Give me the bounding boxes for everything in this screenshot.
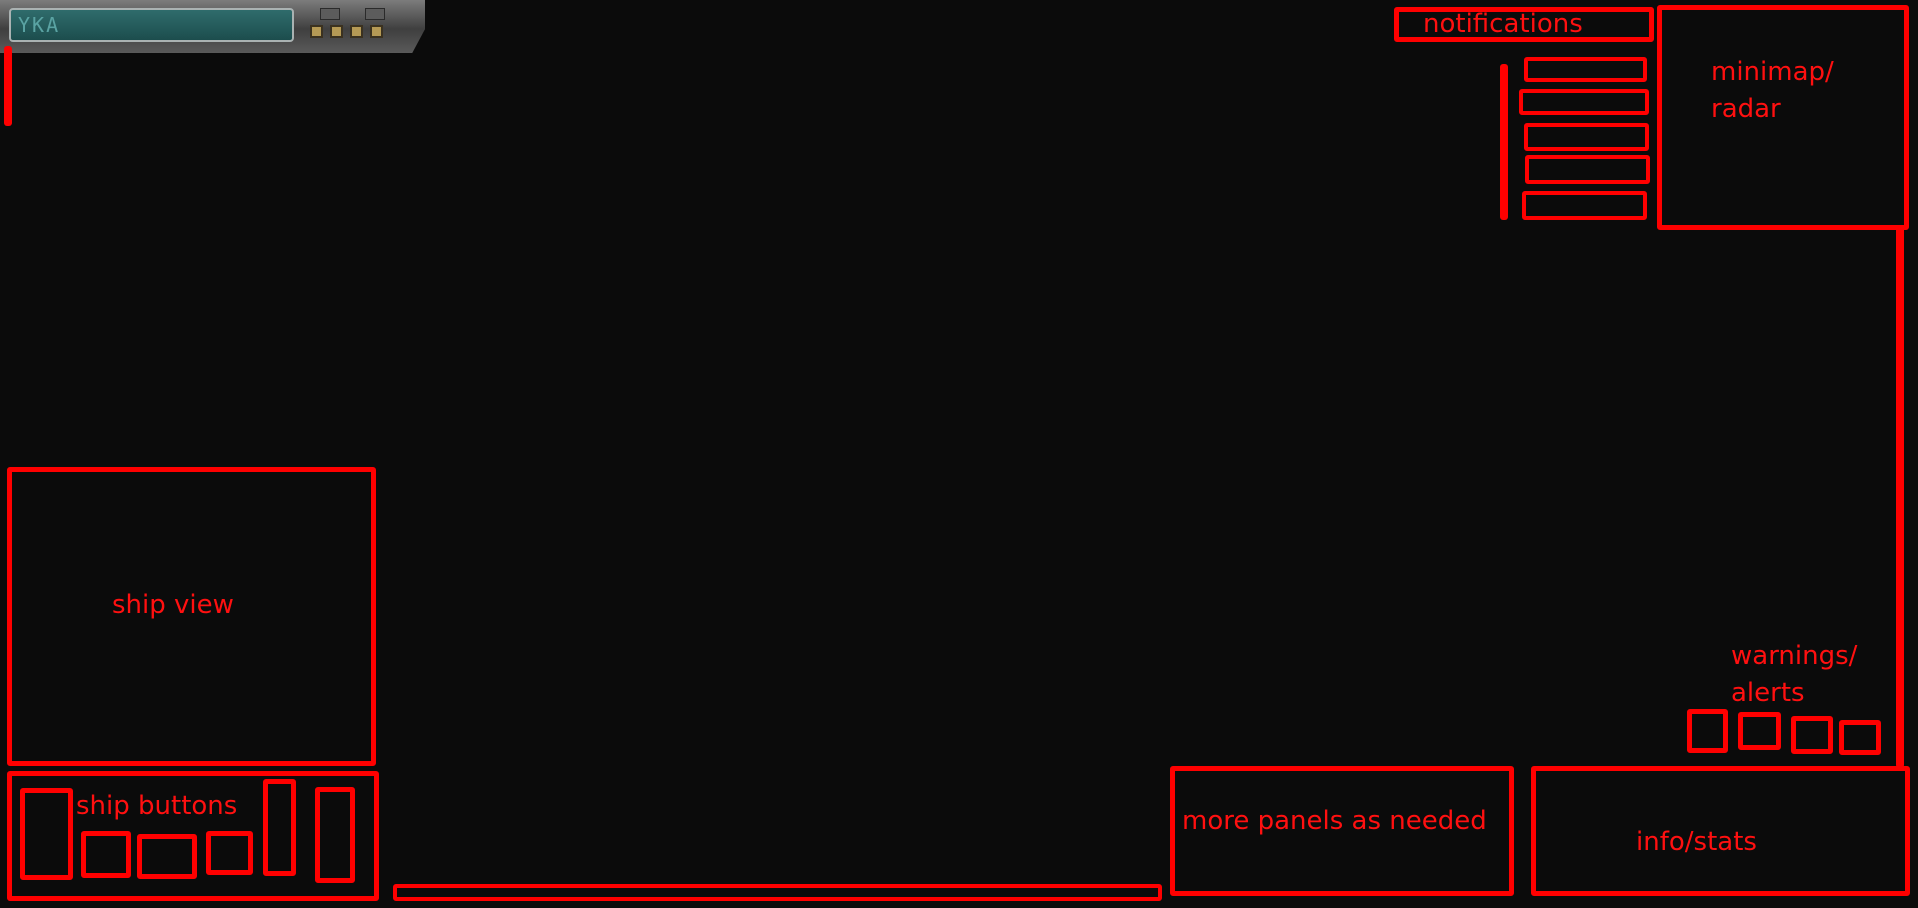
notification-scrollbar[interactable] <box>1500 64 1508 220</box>
ship-button[interactable] <box>20 788 73 880</box>
ship-view-label: ship view <box>112 590 234 620</box>
console-panel: YKA <box>0 0 425 53</box>
ship-button[interactable] <box>137 834 197 879</box>
notifications-label: notifications <box>1423 9 1583 39</box>
alert-icon-slot[interactable] <box>1738 712 1781 750</box>
ship-button[interactable] <box>206 831 253 875</box>
ship-button[interactable] <box>315 787 355 883</box>
alert-icon-slot[interactable] <box>1839 720 1881 755</box>
notification-item[interactable] <box>1524 57 1647 82</box>
console-knob[interactable] <box>350 25 363 38</box>
console-grip <box>320 8 340 20</box>
notification-item[interactable] <box>1524 123 1649 151</box>
ship-buttons-label: ship buttons <box>76 791 238 821</box>
console-screen: YKA <box>9 8 294 42</box>
notification-item[interactable] <box>1525 155 1650 184</box>
info-stats-label: info/stats <box>1636 827 1757 857</box>
console-knob[interactable] <box>330 25 343 38</box>
ship-button[interactable] <box>81 831 131 878</box>
notification-item[interactable] <box>1522 191 1647 220</box>
bottom-action-bar[interactable] <box>393 884 1162 901</box>
alert-icon-slot[interactable] <box>1791 716 1833 754</box>
console-knob[interactable] <box>310 25 323 38</box>
notification-item[interactable] <box>1519 89 1649 115</box>
alert-icon-slot[interactable] <box>1687 709 1728 753</box>
right-edge-bar <box>1896 226 1904 768</box>
console-knob[interactable] <box>370 25 383 38</box>
ship-button[interactable] <box>263 779 296 876</box>
minimap-label: minimap/ radar <box>1711 57 1834 124</box>
console-grip <box>365 8 385 20</box>
extra-panel-label: more panels as needed <box>1182 806 1487 836</box>
warnings-label: warnings/ alerts <box>1731 641 1858 708</box>
left-indicator-bar <box>4 46 12 126</box>
